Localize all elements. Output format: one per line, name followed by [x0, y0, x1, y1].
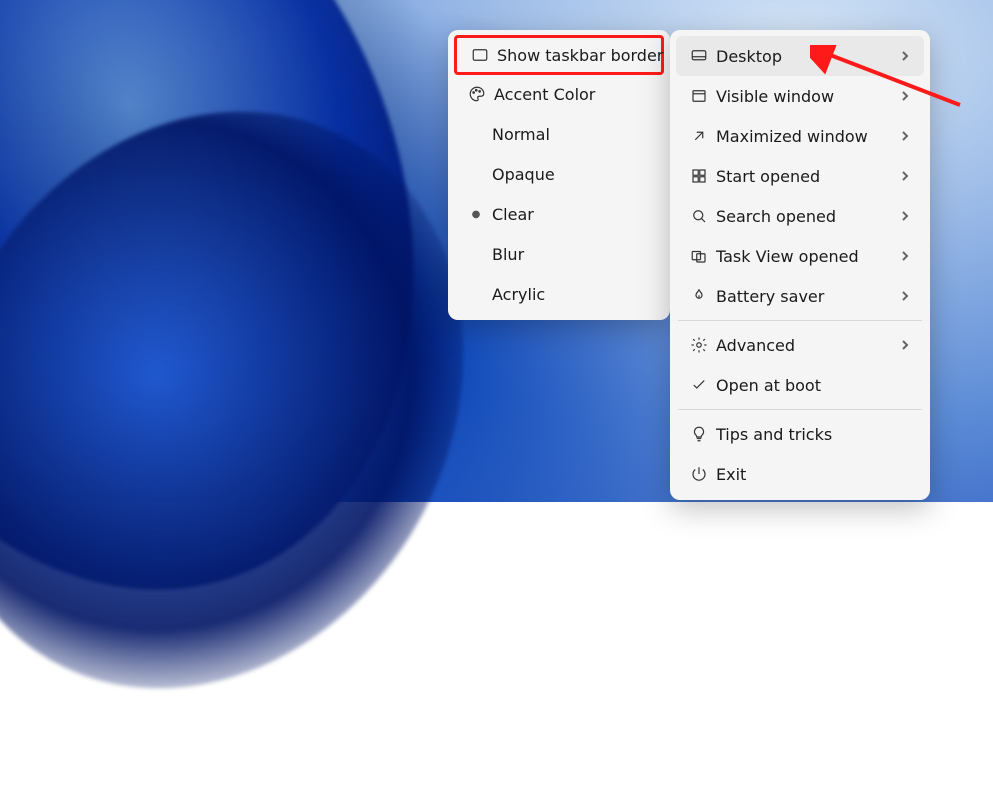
menu-item-label: Exit — [712, 465, 914, 484]
menu-item-label: Clear — [488, 205, 654, 224]
chevron-right-icon — [896, 91, 914, 101]
menu-item-label: Acrylic — [488, 285, 654, 304]
menu-item-acrylic[interactable]: Acrylic — [454, 274, 664, 314]
gear-icon — [686, 336, 712, 354]
lightbulb-icon — [686, 425, 712, 443]
chevron-right-icon — [896, 131, 914, 141]
menu-item-label: Visible window — [712, 87, 896, 106]
menu-separator — [678, 320, 922, 321]
menu-item-desktop[interactable]: Desktop — [676, 36, 924, 76]
menu-item-label: Battery saver — [712, 287, 896, 306]
menu-item-label: Advanced — [712, 336, 896, 355]
menu-item-show-taskbar-border[interactable]: Show taskbar border — [454, 35, 664, 75]
menu-item-tips-tricks[interactable]: Tips and tricks — [676, 414, 924, 454]
menu-item-exit[interactable]: Exit — [676, 454, 924, 494]
menu-item-maximized-window[interactable]: Maximized window — [676, 116, 924, 156]
menu-item-label: Search opened — [712, 207, 896, 226]
menu-item-label: Desktop — [712, 47, 896, 66]
start-icon — [686, 167, 712, 185]
radio-bullet-selected: ● — [464, 209, 488, 220]
palette-icon — [464, 85, 490, 103]
menu-item-label: Blur — [488, 245, 654, 264]
menu-item-label: Show taskbar border — [493, 46, 663, 65]
power-icon — [686, 465, 712, 483]
chevron-right-icon — [896, 51, 914, 61]
menu-item-normal[interactable]: Normal — [454, 114, 664, 154]
border-icon — [467, 46, 493, 64]
chevron-right-icon — [896, 211, 914, 221]
search-icon — [686, 207, 712, 225]
menu-item-label: Opaque — [488, 165, 654, 184]
menu-item-battery-saver[interactable]: Battery saver — [676, 276, 924, 316]
menu-item-opaque[interactable]: Opaque — [454, 154, 664, 194]
chevron-right-icon — [896, 340, 914, 350]
menu-separator — [678, 409, 922, 410]
maximize-icon — [686, 127, 712, 145]
menu-item-label: Task View opened — [712, 247, 896, 266]
check-icon — [686, 376, 712, 394]
battery-saver-icon — [686, 287, 712, 305]
task-view-icon — [686, 247, 712, 265]
submenu-taskbar-style: Show taskbar border Accent Color Normal … — [448, 30, 670, 320]
menu-item-open-at-boot[interactable]: Open at boot — [676, 365, 924, 405]
menu-item-clear[interactable]: ● Clear — [454, 194, 664, 234]
chevron-right-icon — [896, 291, 914, 301]
menu-item-label: Maximized window — [712, 127, 896, 146]
menu-item-blur[interactable]: Blur — [454, 234, 664, 274]
menu-item-visible-window[interactable]: Visible window — [676, 76, 924, 116]
desktop-icon — [686, 47, 712, 65]
chevron-right-icon — [896, 251, 914, 261]
menu-item-accent-color[interactable]: Accent Color — [454, 74, 664, 114]
menu-item-label: Open at boot — [712, 376, 914, 395]
menu-item-label: Accent Color — [490, 85, 654, 104]
menu-item-search-opened[interactable]: Search opened — [676, 196, 924, 236]
menu-item-start-opened[interactable]: Start opened — [676, 156, 924, 196]
context-menu-main: Desktop Visible window Maximized window … — [670, 30, 930, 500]
window-icon — [686, 87, 712, 105]
menu-item-advanced[interactable]: Advanced — [676, 325, 924, 365]
chevron-right-icon — [896, 171, 914, 181]
menu-item-label: Tips and tricks — [712, 425, 914, 444]
menu-item-label: Start opened — [712, 167, 896, 186]
menu-item-label: Normal — [488, 125, 654, 144]
menu-item-task-view-opened[interactable]: Task View opened — [676, 236, 924, 276]
